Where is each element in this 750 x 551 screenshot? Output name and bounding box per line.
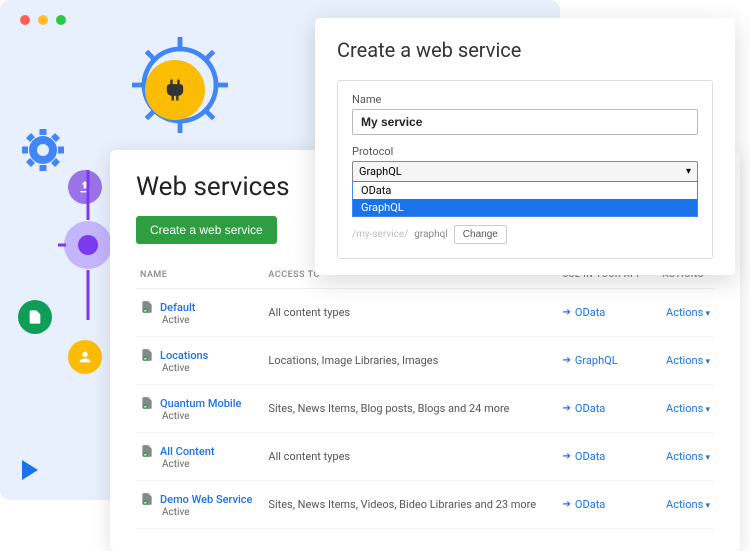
triangle-decoration-2: [22, 460, 38, 480]
maximize-dot: [56, 15, 66, 25]
protocol-value: GraphQL: [359, 165, 402, 178]
file-check-icon: [140, 395, 154, 411]
service-name-link[interactable]: Locations: [140, 347, 260, 363]
use-in-app-link[interactable]: OData: [563, 450, 655, 463]
protocol-label: Protocol: [352, 145, 698, 158]
window-controls: [20, 15, 66, 25]
table-row: Demo Web Service Active Sites, News Item…: [136, 481, 714, 529]
protocol-dropdown: OData GraphQL: [352, 181, 698, 217]
actions-dropdown[interactable]: Actions: [666, 402, 710, 415]
protocol-option-graphql[interactable]: GraphQL: [353, 199, 697, 216]
service-status: Active: [162, 507, 260, 518]
plug-icon: [145, 60, 205, 120]
file-check-icon: [140, 491, 154, 507]
name-label: Name: [352, 93, 698, 106]
actions-dropdown[interactable]: Actions: [666, 306, 710, 319]
create-service-modal: Create a web service Name Protocol Graph…: [315, 18, 735, 275]
service-name-link[interactable]: Demo Web Service: [140, 491, 260, 507]
file-check-icon: [140, 299, 154, 315]
service-name-link[interactable]: Quantum Mobile: [140, 395, 260, 411]
services-table: NAME ACCESS TO USE IN YOUR APP ACTIONS D…: [136, 262, 714, 529]
change-url-button[interactable]: Change: [454, 225, 507, 244]
table-row: All Content Active All content types ODa…: [136, 433, 714, 481]
service-access: All content types: [264, 433, 558, 481]
col-name: NAME: [136, 262, 264, 289]
service-name: Default: [160, 301, 195, 314]
service-name: All Content: [160, 445, 215, 458]
service-name: Quantum Mobile: [160, 397, 241, 410]
url-row: /my-service/graphql Change: [352, 225, 698, 244]
modal-form: Name Protocol GraphQL OData GraphQL /my-…: [337, 80, 713, 259]
name-input[interactable]: [352, 109, 698, 135]
user-node-icon: [68, 340, 102, 374]
protocol-option-odata[interactable]: OData: [353, 182, 697, 199]
url-prefix: /my-service/: [352, 229, 408, 240]
connector-graphic: [58, 160, 118, 330]
protocol-select[interactable]: GraphQL: [352, 161, 698, 182]
use-in-app-link[interactable]: OData: [563, 306, 655, 319]
service-status: Active: [162, 411, 260, 422]
service-name: Locations: [160, 349, 208, 362]
service-access: Locations, Image Libraries, Images: [264, 337, 558, 385]
actions-dropdown[interactable]: Actions: [666, 450, 710, 463]
service-access: Sites, News Items, Videos, Bideo Librari…: [264, 481, 558, 529]
table-row: Quantum Mobile Active Sites, News Items,…: [136, 385, 714, 433]
use-in-app-link[interactable]: GraphQL: [563, 354, 655, 367]
service-access: All content types: [264, 289, 558, 337]
file-check-icon: [140, 443, 154, 459]
close-dot: [20, 15, 30, 25]
file-node-icon: [18, 300, 52, 334]
service-name-link[interactable]: All Content: [140, 443, 260, 459]
create-web-service-button[interactable]: Create a web service: [136, 216, 277, 244]
actions-dropdown[interactable]: Actions: [666, 354, 710, 367]
service-access: Sites, News Items, Blog posts, Blogs and…: [264, 385, 558, 433]
service-status: Active: [162, 459, 260, 470]
service-status: Active: [162, 315, 260, 326]
file-check-icon: [140, 347, 154, 363]
table-row: Locations Active Locations, Image Librar…: [136, 337, 714, 385]
table-row: Default Active All content types OData A…: [136, 289, 714, 337]
service-name: Demo Web Service: [160, 493, 252, 506]
service-name-link[interactable]: Default: [140, 299, 260, 315]
service-status: Active: [162, 363, 260, 374]
modal-title: Create a web service: [337, 38, 713, 62]
url-suffix: graphql: [414, 229, 448, 240]
use-in-app-link[interactable]: OData: [563, 402, 655, 415]
minimize-dot: [38, 15, 48, 25]
